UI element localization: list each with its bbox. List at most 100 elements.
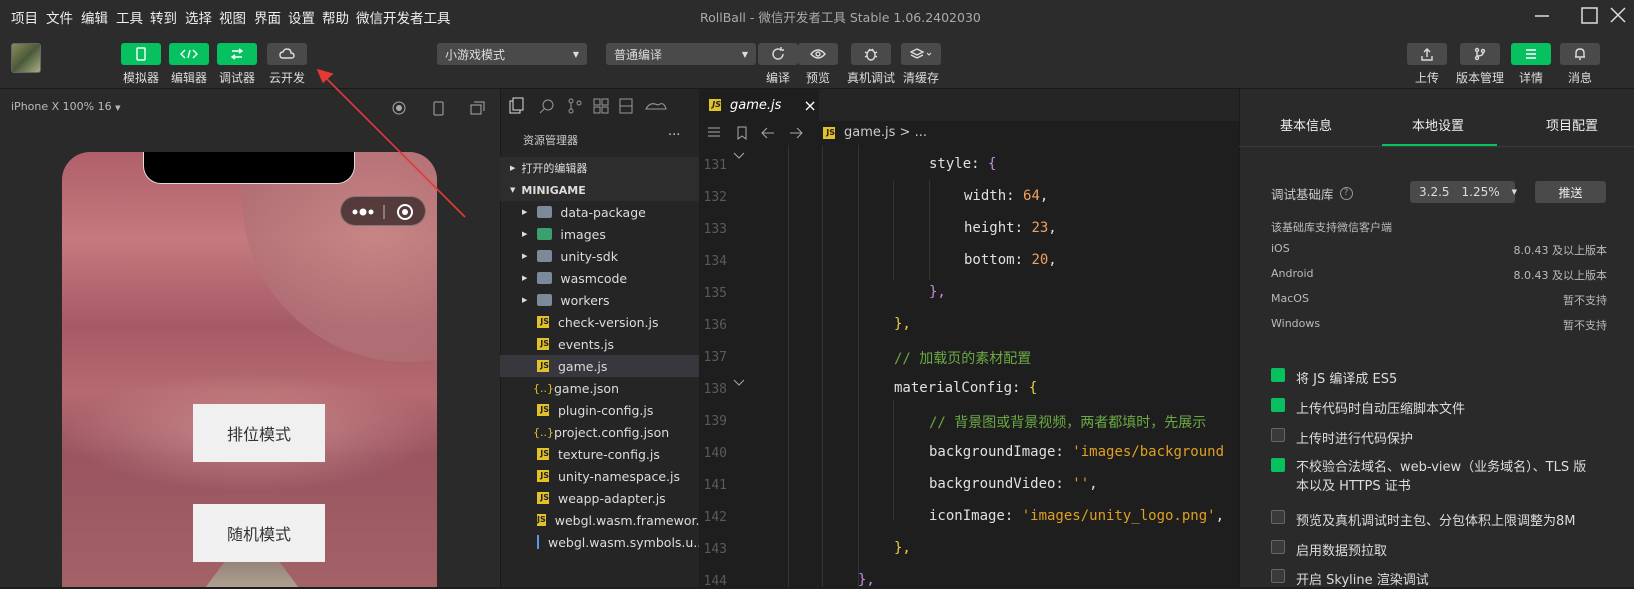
- file-item[interactable]: webgl.wasm.symbols.u...: [500, 531, 699, 553]
- caret-right-icon: ▶: [522, 230, 528, 238]
- cloud-dev-button[interactable]: [267, 43, 307, 65]
- list-icon[interactable]: [708, 127, 720, 137]
- upload-button[interactable]: [1407, 43, 1447, 65]
- folder-item[interactable]: ▶ images: [500, 223, 699, 245]
- checkbox-unchecked-icon[interactable]: [1271, 428, 1285, 442]
- ranked-mode-button[interactable]: 排位模式: [193, 404, 325, 462]
- file-item[interactable]: {..} project.config.json: [500, 421, 699, 443]
- checkbox-protect[interactable]: 上传时进行代码保护: [1271, 428, 1413, 447]
- file-item[interactable]: {..} game.json: [500, 377, 699, 399]
- file-item[interactable]: JS events.js: [500, 333, 699, 355]
- extensions-icon[interactable]: [593, 98, 601, 106]
- checkbox-skyline[interactable]: 开启 Skyline 渲染调试: [1271, 569, 1429, 588]
- checkbox-es5[interactable]: 将 JS 编译成 ES5: [1271, 368, 1397, 387]
- checkbox-minify[interactable]: 上传代码时自动压缩脚本文件: [1271, 398, 1465, 417]
- source-control-icon[interactable]: [568, 98, 574, 104]
- bell-icon: [1575, 48, 1585, 60]
- close-tab-icon[interactable]: ×: [803, 96, 816, 115]
- tab-local-settings[interactable]: 本地设置: [1412, 115, 1464, 134]
- folder-item[interactable]: ▶ data-package: [500, 201, 699, 223]
- folder-item[interactable]: ▶ workers: [500, 289, 699, 311]
- help-icon[interactable]: ?: [1339, 187, 1353, 200]
- checkbox-prefetch[interactable]: 启用数据预拉取: [1271, 540, 1387, 559]
- clear-cache-button[interactable]: [901, 43, 941, 65]
- version-button[interactable]: [1460, 43, 1500, 65]
- menu-wechat-devtools[interactable]: 微信开发者工具: [356, 7, 451, 27]
- checkbox-unchecked-icon[interactable]: [1271, 540, 1285, 554]
- caret-down-icon: ▼: [115, 104, 121, 112]
- line-number: 140: [703, 446, 727, 461]
- file-item-selected[interactable]: JS game.js: [500, 355, 699, 377]
- menu-goto[interactable]: 转到: [150, 7, 177, 27]
- refresh-icon: [772, 47, 784, 60]
- menu-project[interactable]: 项目: [11, 7, 38, 27]
- debugger-button[interactable]: [217, 43, 257, 65]
- fold-icon[interactable]: [733, 152, 745, 159]
- menu-help[interactable]: 帮助: [322, 7, 349, 27]
- compile-button[interactable]: [758, 43, 798, 65]
- random-mode-button[interactable]: 随机模式: [193, 504, 325, 562]
- menu-view[interactable]: 视图: [219, 7, 246, 27]
- back-icon[interactable]: [761, 127, 774, 139]
- popout-icon[interactable]: [470, 104, 482, 115]
- checkbox-unchecked-icon[interactable]: [1271, 569, 1285, 583]
- details-button[interactable]: [1511, 43, 1551, 65]
- fold-icon[interactable]: [733, 379, 745, 386]
- checkbox-checked-icon[interactable]: [1271, 368, 1285, 382]
- breadcrumb-file: game.js: [844, 125, 896, 140]
- line-number: 141: [703, 478, 727, 493]
- menu-interface[interactable]: 界面: [254, 7, 281, 27]
- search-icon[interactable]: [542, 99, 554, 111]
- file-item[interactable]: JS check-version.js: [500, 311, 699, 333]
- json-file-icon: {..}: [533, 381, 554, 395]
- close-icon[interactable]: [1610, 7, 1626, 23]
- checkbox-checked-icon[interactable]: [1271, 458, 1285, 472]
- maximize-icon[interactable]: [1581, 7, 1598, 24]
- file-item[interactable]: JS webgl.wasm.framewor...: [500, 509, 699, 531]
- messages-button[interactable]: [1560, 43, 1600, 65]
- checkbox-unchecked-icon[interactable]: [1271, 510, 1285, 524]
- compile-select[interactable]: 普通编译 ▼: [606, 43, 756, 65]
- folder-item[interactable]: ▶ unity-sdk: [500, 245, 699, 267]
- file-item[interactable]: JS plugin-config.js: [500, 399, 699, 421]
- file-label: game.js: [558, 358, 608, 374]
- menu-edit[interactable]: 编辑: [81, 7, 108, 27]
- explorer-title: 资源管理器: [523, 134, 578, 147]
- forward-icon[interactable]: [790, 127, 803, 139]
- menu-tools[interactable]: 工具: [116, 7, 143, 27]
- open-editors-section[interactable]: ▶ 打开的编辑器: [500, 157, 699, 179]
- tab-project-config[interactable]: 项目配置: [1546, 115, 1598, 134]
- annotation-arrow: [316, 68, 466, 218]
- caret-right-icon: ▶: [510, 164, 516, 172]
- code-line: },: [929, 284, 946, 300]
- menu-file[interactable]: 文件: [46, 7, 73, 27]
- avatar[interactable]: [11, 43, 41, 73]
- json-file-icon: {..}: [533, 425, 554, 439]
- simulator-button[interactable]: [121, 43, 161, 65]
- checkbox-domain[interactable]: 不校验合法域名、web-view（业务域名）、TLS 版本以及 HTTPS 证书: [1271, 458, 1586, 496]
- tab-basic-info[interactable]: 基本信息: [1280, 115, 1332, 134]
- code-comment: // 加载页的素材配置: [894, 351, 1032, 367]
- folder-item[interactable]: ▶ wasmcode: [500, 267, 699, 289]
- tab-game-js[interactable]: JS game.js ×: [699, 89, 819, 121]
- folder-label: wasmcode: [560, 270, 628, 286]
- project-root[interactable]: ▼ MINIGAME: [500, 179, 699, 201]
- bookmark-icon[interactable]: [737, 126, 747, 140]
- editor-button[interactable]: [169, 43, 209, 65]
- base-lib-select[interactable]: 3.2.5 1.25% ▼: [1410, 181, 1517, 203]
- explorer-more-button[interactable]: ···: [668, 128, 680, 143]
- checkbox-8m[interactable]: 预览及真机调试时主包、分包体积上限调整为8M: [1271, 510, 1576, 529]
- file-item[interactable]: JS unity-namespace.js: [500, 465, 699, 487]
- file-item[interactable]: JS texture-config.js: [500, 443, 699, 465]
- preview-button[interactable]: [798, 43, 838, 65]
- breadcrumb-path[interactable]: JS game.js > ...: [823, 125, 927, 140]
- file-item[interactable]: JS weapp-adapter.js: [500, 487, 699, 509]
- menu-select[interactable]: 选择: [185, 7, 212, 27]
- platform-name: iOS: [1271, 242, 1290, 255]
- device-select[interactable]: iPhone X 100% 16 ▼: [11, 100, 121, 113]
- checkbox-checked-icon[interactable]: [1271, 398, 1285, 412]
- push-button[interactable]: 推送: [1535, 181, 1606, 203]
- docker-icon[interactable]: [645, 103, 667, 110]
- menu-settings[interactable]: 设置: [288, 7, 315, 27]
- remote-debug-button[interactable]: [851, 43, 891, 65]
